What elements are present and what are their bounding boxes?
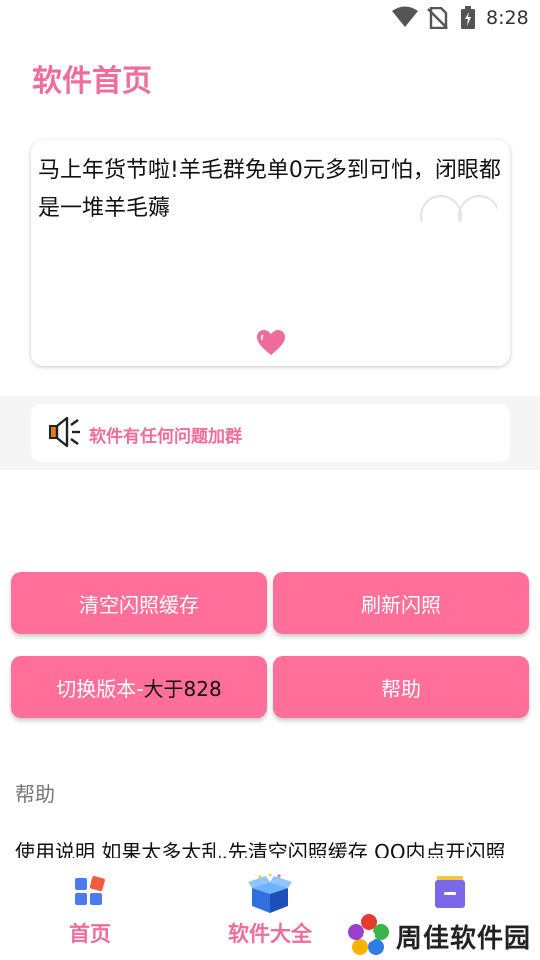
watermark-text: 周佳软件园	[396, 924, 532, 954]
speaker-icon	[49, 416, 80, 448]
wifi-icon	[392, 6, 418, 27]
help-text: 使用说明 如果太多太乱,先清空闪照缓存 QQ内点开闪照	[15, 840, 506, 858]
switch-version-button[interactable]: 切换版本- 大于828	[11, 656, 267, 718]
home-grid-icon	[75, 876, 105, 905]
clear-cache-button[interactable]: 清空闪照缓存	[11, 572, 267, 634]
announcement-text: 软件有任何问题加群	[89, 427, 242, 447]
nav-label-home: 首页	[69, 922, 111, 946]
site-watermark: 周佳软件园	[346, 912, 540, 958]
help-button[interactable]: 帮助	[273, 656, 529, 718]
clear-cache-label: 清空闪照缓存	[79, 592, 199, 617]
help-heading: 帮助	[15, 782, 55, 806]
announcement-bar[interactable]: 软件有任何问题加群	[31, 404, 510, 462]
notice-card: 马上年货节啦!羊毛群免单0元多到可怕，闭眼都是一堆羊毛薅	[31, 140, 510, 366]
help-label: 帮助	[381, 676, 421, 701]
flower-logo-icon	[348, 914, 389, 955]
notice-text: 马上年货节啦!羊毛群免单0元多到可怕，闭眼都是一堆羊毛薅	[38, 158, 501, 221]
status-time: 8:28	[486, 7, 529, 29]
refresh-label: 刷新闪照	[361, 592, 441, 617]
page-title: 软件首页	[32, 64, 152, 99]
nav-item-home[interactable]: 首页	[30, 862, 150, 960]
folder-icon	[435, 876, 465, 908]
nav-item-software[interactable]: 软件大全	[210, 862, 330, 960]
gift-box-icon	[248, 874, 292, 913]
no-sim-icon	[427, 7, 448, 29]
switch-version-value: 大于828	[143, 676, 222, 701]
switch-version-prefix: 切换版本-	[56, 676, 144, 701]
heart-icon[interactable]	[257, 330, 285, 356]
battery-icon	[461, 6, 475, 29]
refresh-button[interactable]: 刷新闪照	[273, 572, 529, 634]
status-bar: 8:28	[0, 0, 540, 36]
nav-label-software: 软件大全	[228, 922, 312, 946]
